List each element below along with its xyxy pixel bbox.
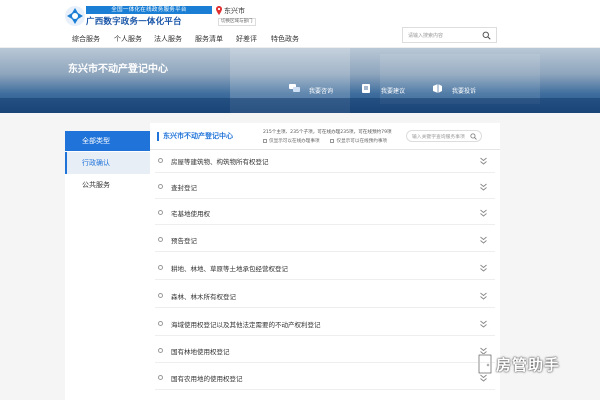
category-menu: 全部类型 行政确认 公共服务 bbox=[65, 131, 150, 400]
complain-button[interactable]: 我要投诉 bbox=[452, 86, 476, 95]
consult-button[interactable]: 我要咨询 bbox=[309, 86, 333, 95]
main-nav: 综合服务 个人服务 法人服务 服务清单 好差评 特色政务 bbox=[0, 30, 600, 48]
bullet-icon bbox=[158, 293, 163, 298]
list-item-label[interactable]: 宅基地使用权 bbox=[171, 208, 210, 218]
chevron-down-icon[interactable] bbox=[480, 292, 487, 300]
platform-title[interactable]: 广西数字政务一体化平台 bbox=[86, 15, 182, 27]
bullet-icon bbox=[158, 184, 163, 189]
list-item-label[interactable]: 查封登记 bbox=[171, 182, 197, 192]
chevron-down-icon[interactable] bbox=[480, 320, 487, 328]
online-handle-label[interactable]: 仅显示可以在线办理事项 bbox=[269, 139, 320, 144]
site-search-input[interactable]: 请输入搜索内容 bbox=[402, 27, 497, 43]
list-item-label[interactable]: 国有林地使用权登记 bbox=[171, 346, 230, 356]
nav-item-evaluation[interactable]: 好差评 bbox=[236, 34, 257, 44]
watermark-text: 房管助手 bbox=[496, 356, 561, 374]
menu-all-types[interactable]: 全部类型 bbox=[65, 131, 150, 151]
service-search-placeholder: 输入关键字查询服务事项 bbox=[412, 135, 465, 140]
banner-action-bar bbox=[0, 98, 600, 113]
nav-item-featured[interactable]: 特色政务 bbox=[271, 34, 299, 44]
chevron-down-icon[interactable] bbox=[480, 236, 487, 244]
menu-item-administrative-confirmation[interactable]: 行政确认 bbox=[65, 152, 150, 174]
bullet-icon bbox=[158, 265, 163, 270]
department-title: 东兴市不动产登记中心 bbox=[68, 64, 168, 75]
switch-region-button[interactable]: 切换区域与部门 bbox=[218, 18, 256, 26]
suggest-button[interactable]: 我要建议 bbox=[381, 86, 405, 95]
section-title: 东兴市不动产登记中心 bbox=[157, 132, 233, 141]
list-item[interactable]: 宅基地使用权 bbox=[155, 201, 495, 225]
online-booking-checkbox[interactable] bbox=[330, 138, 335, 143]
list-item-label[interactable]: 房屋等建筑物、构筑物所有权登记 bbox=[171, 156, 269, 166]
list-item-label[interactable]: 国有农用地的使用权登记 bbox=[171, 373, 243, 383]
list-item-label[interactable]: 森林、林木所有权登记 bbox=[171, 291, 236, 301]
list-item[interactable]: 房屋等建筑物、构筑物所有权登记 bbox=[155, 149, 495, 173]
site-header: 全国一体化在线政务服务平台 广西数字政务一体化平台 东兴市 切换区域与部门 bbox=[0, 0, 600, 30]
filter-options: 仅显示可以在线办理事项 仅显示可以在线预约事项 bbox=[263, 138, 387, 144]
online-booking-label[interactable]: 仅显示可以在线预约事项 bbox=[336, 139, 387, 144]
service-search-input[interactable]: 输入关键字查询服务事项 bbox=[406, 130, 482, 142]
suggestion-icon[interactable] bbox=[361, 84, 372, 93]
bullet-icon bbox=[158, 237, 163, 242]
list-item[interactable]: 国有农用地的使用权登记 bbox=[155, 366, 495, 390]
list-item[interactable]: 森林、林木所有权登记 bbox=[155, 284, 495, 308]
bullet-icon bbox=[158, 375, 163, 380]
department-banner bbox=[0, 48, 600, 113]
chevron-down-icon[interactable] bbox=[480, 183, 487, 191]
nav-item-comprehensive[interactable]: 综合服务 bbox=[72, 34, 100, 44]
list-item[interactable]: 预告登记 bbox=[155, 228, 495, 252]
platform-logo-icon[interactable] bbox=[64, 5, 86, 27]
complaint-icon[interactable] bbox=[432, 84, 443, 93]
nav-item-personal[interactable]: 个人服务 bbox=[114, 34, 142, 44]
location-pin-icon bbox=[216, 6, 222, 15]
list-item-label[interactable]: 预告登记 bbox=[171, 235, 197, 245]
bullet-icon bbox=[158, 210, 163, 215]
list-item[interactable]: 海域使用权登记以及其他法定需要的不动产权利登记 bbox=[155, 312, 495, 336]
service-summary: 215个主项、235个子项，可在线办理235项，可在线预约79项 bbox=[263, 130, 392, 135]
search-icon[interactable] bbox=[470, 133, 477, 140]
bullet-icon bbox=[158, 158, 163, 163]
search-icon[interactable] bbox=[482, 31, 491, 40]
chevron-down-icon[interactable] bbox=[480, 209, 487, 217]
list-item[interactable]: 查封登记 bbox=[155, 175, 495, 199]
menu-item-public-service[interactable]: 公共服务 bbox=[65, 174, 150, 196]
bullet-icon bbox=[158, 321, 163, 326]
banner-decoration bbox=[380, 54, 540, 104]
nav-item-service-list[interactable]: 服务清单 bbox=[195, 34, 223, 44]
door-icon bbox=[478, 354, 492, 374]
chevron-down-icon[interactable] bbox=[480, 157, 487, 165]
list-item[interactable]: 国有林地使用权登记 bbox=[155, 339, 495, 363]
chevron-down-icon[interactable] bbox=[480, 264, 487, 272]
nav-item-legal-person[interactable]: 法人服务 bbox=[154, 34, 182, 44]
list-item-label[interactable]: 耕地、林地、草原等土地承包经营权登记 bbox=[171, 263, 288, 273]
online-handle-checkbox[interactable] bbox=[263, 138, 267, 143]
site-search-placeholder: 请输入搜索内容 bbox=[408, 33, 444, 39]
list-item-label[interactable]: 海域使用权登记以及其他法定需要的不动产权利登记 bbox=[171, 319, 321, 329]
list-item[interactable]: 耕地、林地、草原等土地承包经营权登记 bbox=[155, 256, 495, 280]
bullet-icon bbox=[158, 348, 163, 353]
watermark: 房管助手 bbox=[478, 352, 596, 378]
chat-icon[interactable] bbox=[289, 84, 300, 93]
current-city: 东兴市 bbox=[224, 7, 245, 15]
platform-tagline: 全国一体化在线政务服务平台 bbox=[86, 6, 212, 14]
